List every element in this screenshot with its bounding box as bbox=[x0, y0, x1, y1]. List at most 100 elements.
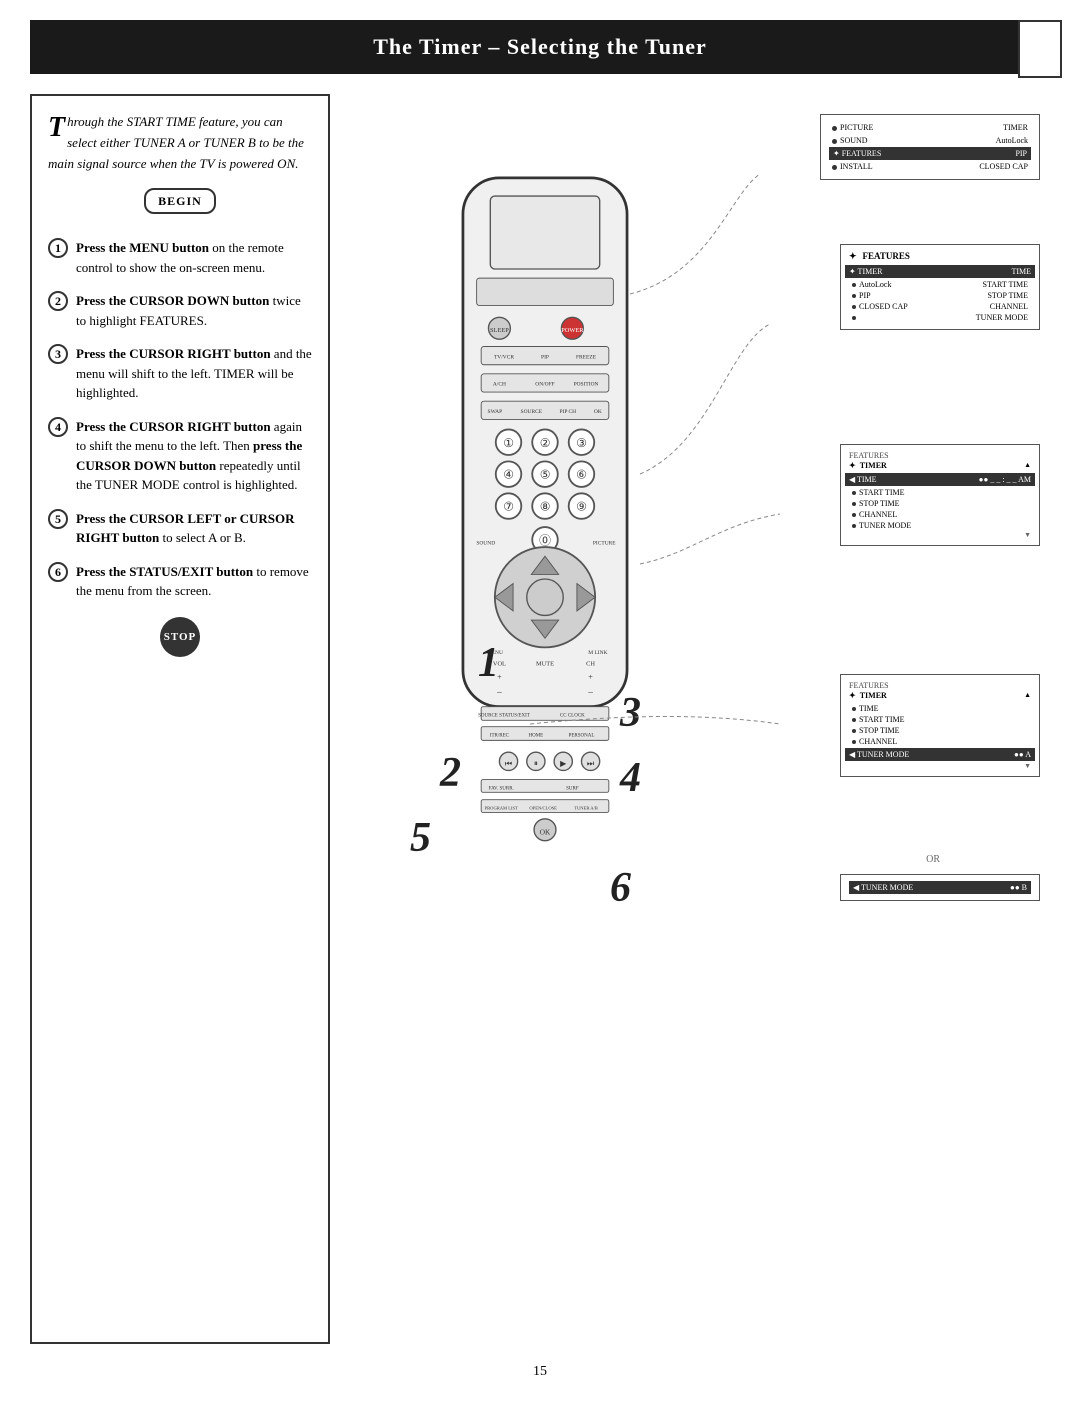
remote-illustration: SLEEP POWER TV/VCR PIP FREEZE A/CH ON/OF… bbox=[390, 154, 700, 1004]
svg-text:M LINK: M LINK bbox=[588, 650, 607, 656]
svg-text:⑧: ⑧ bbox=[540, 500, 551, 514]
page-number: 15 bbox=[0, 1364, 1080, 1400]
svg-text:CC CLOCK: CC CLOCK bbox=[560, 714, 585, 719]
svg-text:⑨: ⑨ bbox=[576, 500, 587, 514]
step-3-text: Press the CURSOR RIGHT button and the me… bbox=[76, 344, 312, 403]
svg-text:POSITION: POSITION bbox=[574, 382, 599, 388]
features-closedcap-row: CLOSED CAP CHANNEL bbox=[849, 301, 1031, 312]
svg-text:−: − bbox=[497, 688, 503, 699]
svg-text:MUTE: MUTE bbox=[536, 661, 554, 668]
screen-features-menu: ✦FEATURES ✦ TIMER TIME AutoLock START TI… bbox=[840, 244, 1040, 330]
svg-text:SOURCE: SOURCE bbox=[521, 409, 543, 415]
screen3-features-label: FEATURES bbox=[849, 451, 1031, 460]
screen3-starttime-row: START TIME bbox=[849, 487, 1031, 498]
screen4-channel-row: CHANNEL bbox=[849, 736, 1031, 747]
svg-text:SOUND: SOUND bbox=[476, 540, 495, 546]
svg-text:ON/OFF: ON/OFF bbox=[535, 382, 554, 388]
step-4-text: Press the CURSOR RIGHT button again to s… bbox=[76, 417, 312, 495]
stop-badge: STOP bbox=[160, 617, 200, 657]
svg-text:+: + bbox=[588, 672, 593, 681]
intro-text: hrough the START TIME feature, you can s… bbox=[48, 114, 304, 171]
screen3-channel-row: CHANNEL bbox=[849, 509, 1031, 520]
step-6-number: 6 bbox=[48, 562, 68, 582]
svg-text:PIP CH: PIP CH bbox=[559, 409, 576, 415]
screen-main-menu: PICTURE TIMER SOUND AutoLock ✦ FEATURES … bbox=[820, 114, 1040, 180]
svg-text:⓪: ⓪ bbox=[539, 533, 551, 547]
screen4-timer-label: ✦TIMER ▲ bbox=[849, 691, 1031, 700]
svg-text:CH: CH bbox=[586, 661, 595, 668]
screen4-starttime-row: START TIME bbox=[849, 714, 1031, 725]
step-overlay-6: 6 bbox=[610, 864, 631, 912]
svg-text:⑤: ⑤ bbox=[540, 468, 551, 482]
step-3: 3 Press the CURSOR RIGHT button and the … bbox=[48, 344, 312, 403]
step-6: 6 Press the STATUS/EXIT button to remove… bbox=[48, 562, 312, 601]
screen5-tunermode-b-row: ◀ TUNER MODE ●● B bbox=[849, 881, 1031, 894]
features-timer-header: ✦FEATURES bbox=[849, 251, 1031, 262]
svg-text:⏭: ⏭ bbox=[587, 759, 594, 768]
screen-tunermode-a: FEATURES ✦TIMER ▲ TIME START TIME STOP T… bbox=[840, 674, 1040, 777]
svg-text:②: ② bbox=[540, 436, 551, 450]
stop-badge-container: STOP bbox=[48, 617, 312, 657]
drop-cap: T bbox=[48, 114, 65, 142]
screen4-tunermode-row: ◀ TUNER MODE ●● A bbox=[845, 748, 1035, 761]
svg-text:⑦: ⑦ bbox=[503, 500, 514, 514]
svg-text:▶: ▶ bbox=[560, 759, 567, 768]
screen-tunermode-b: ◀ TUNER MODE ●● B bbox=[840, 874, 1040, 901]
screen4-features-label: FEATURES bbox=[849, 681, 1031, 690]
screen3-time-row: ◀ TIME ●● _ _ : _ _ AM bbox=[845, 473, 1035, 486]
instruction-panel: Through the START TIME feature, you can … bbox=[30, 94, 330, 1344]
menu-row-sound: SOUND AutoLock bbox=[829, 134, 1031, 147]
svg-text:−: − bbox=[588, 688, 594, 699]
begin-badge: BEGIN bbox=[144, 188, 216, 214]
svg-text:HOME: HOME bbox=[529, 734, 544, 739]
menu-row-features-highlighted: ✦ FEATURES PIP bbox=[829, 147, 1031, 160]
step-overlay-3: 3 bbox=[620, 689, 641, 737]
svg-text:PERSONAL: PERSONAL bbox=[569, 734, 595, 739]
step-overlay-5: 5 bbox=[410, 814, 431, 862]
page-title: The Timer – Selecting the Tuner bbox=[373, 34, 707, 59]
screen3-tunermode-row: TUNER MODE bbox=[849, 520, 1031, 531]
step-1-text: Press the MENU button on the remote cont… bbox=[76, 238, 312, 277]
svg-text:A/CH: A/CH bbox=[493, 382, 506, 388]
features-timer-row: ✦ TIMER TIME bbox=[845, 265, 1035, 278]
svg-text:ITR/REC: ITR/REC bbox=[490, 734, 510, 739]
step-1-number: 1 bbox=[48, 238, 68, 258]
svg-text:①: ① bbox=[503, 436, 514, 450]
svg-text:FAV. SURR.: FAV. SURR. bbox=[489, 787, 514, 792]
step-3-number: 3 bbox=[48, 344, 68, 364]
step-2-text: Press the CURSOR DOWN button twice to hi… bbox=[76, 291, 312, 330]
svg-text:OPEN/CLOSE: OPEN/CLOSE bbox=[529, 806, 557, 811]
or-text: OR bbox=[926, 854, 940, 865]
svg-text:OK: OK bbox=[594, 409, 602, 415]
svg-text:⏸: ⏸ bbox=[534, 759, 538, 768]
screen4-stoptime-row: STOP TIME bbox=[849, 725, 1031, 736]
features-empty-row: TUNER MODE bbox=[849, 312, 1031, 323]
main-content: Through the START TIME feature, you can … bbox=[30, 94, 1050, 1344]
page-header: The Timer – Selecting the Tuner bbox=[30, 20, 1050, 74]
svg-text:SOURCE STATUS/EXIT: SOURCE STATUS/EXIT bbox=[478, 714, 530, 719]
svg-text:TV/VCR: TV/VCR bbox=[494, 354, 514, 360]
step-6-text: Press the STATUS/EXIT button to remove t… bbox=[76, 562, 312, 601]
screen3-timer-label: ✦TIMER ▲ bbox=[849, 461, 1031, 470]
svg-text:PICTURE: PICTURE bbox=[593, 540, 616, 546]
svg-text:⑥: ⑥ bbox=[576, 468, 587, 482]
svg-text:SLEEP: SLEEP bbox=[490, 327, 509, 334]
svg-text:PIP: PIP bbox=[541, 354, 549, 360]
screen4-time-row: TIME bbox=[849, 703, 1031, 714]
svg-text:SWAP: SWAP bbox=[488, 409, 503, 415]
step-overlay-1: 1 bbox=[478, 639, 499, 687]
step-5-number: 5 bbox=[48, 509, 68, 529]
diagram-area: SLEEP POWER TV/VCR PIP FREEZE A/CH ON/OF… bbox=[330, 94, 1050, 1294]
svg-text:FREEZE: FREEZE bbox=[576, 354, 597, 360]
menu-row-picture: PICTURE TIMER bbox=[829, 121, 1031, 134]
svg-text:③: ③ bbox=[576, 436, 587, 450]
step-4: 4 Press the CURSOR RIGHT button again to… bbox=[48, 417, 312, 495]
svg-text:OK: OK bbox=[540, 828, 551, 836]
menu-row-install: INSTALL CLOSED CAP bbox=[829, 160, 1031, 173]
svg-text:PROGRAM LIST: PROGRAM LIST bbox=[485, 806, 518, 811]
header-decoration-box bbox=[1023, 30, 1058, 65]
features-autolock-row: AutoLock START TIME bbox=[849, 279, 1031, 290]
svg-text:TUNER A/B: TUNER A/B bbox=[574, 806, 598, 811]
step-2: 2 Press the CURSOR DOWN button twice to … bbox=[48, 291, 312, 330]
step-5-text: Press the CURSOR LEFT or CURSOR RIGHT bu… bbox=[76, 509, 312, 548]
